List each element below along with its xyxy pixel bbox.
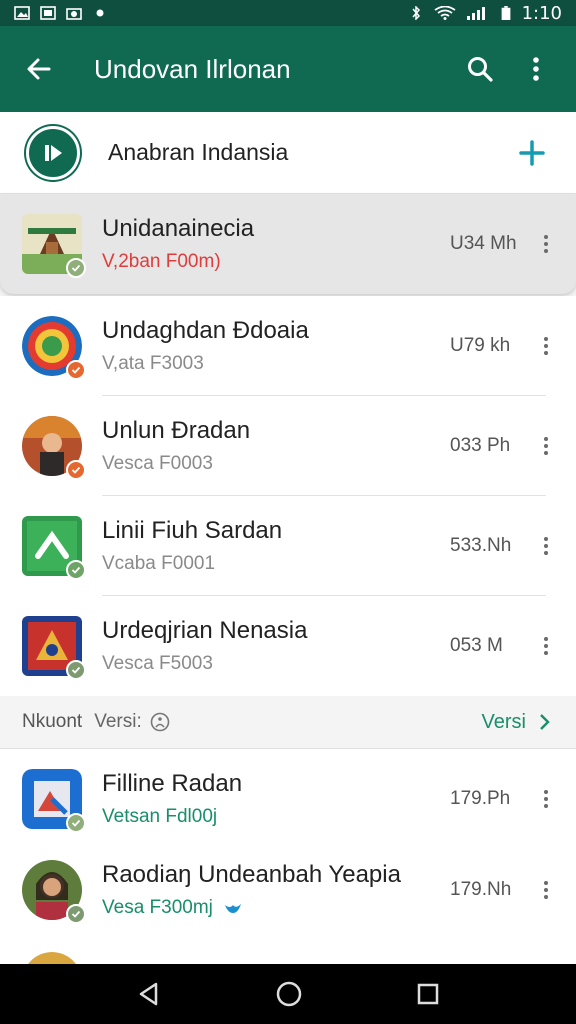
search-icon — [468, 57, 493, 82]
bluetooth-icon — [412, 6, 420, 20]
thumbnail-image — [22, 952, 82, 964]
item-more-button[interactable] — [528, 634, 564, 658]
plus-icon — [519, 139, 545, 166]
item-more-button[interactable] — [528, 787, 564, 811]
list-item[interactable]: Unlun Ðradan Vesca F0003 033 Ph — [0, 396, 576, 496]
item-title: Linii Fiuh Sardan — [102, 517, 283, 544]
item-subtitle: Vesca F0003 — [102, 453, 213, 474]
back-triangle-icon[interactable] — [136, 981, 162, 1007]
item-meta: 053 M — [450, 635, 503, 656]
list-item[interactable]: Filline Radan Vetsan Fdl00j 179.Ph — [0, 748, 576, 848]
item-more-button[interactable] — [528, 434, 564, 458]
item-subtitle: Vcaba F0001 — [102, 553, 216, 574]
item-more-button[interactable] — [528, 534, 564, 558]
list-item[interactable]: Undaghdan Ðdoaia V,ata F3003 U79 kh — [0, 296, 576, 396]
item-meta: U79 kh — [450, 335, 511, 356]
wifi-icon — [434, 6, 456, 20]
search-button[interactable] — [458, 47, 502, 91]
list-item[interactable]: Unidanainecia V,2ban F00m) U34 Mh — [0, 194, 576, 294]
status-left — [14, 6, 108, 20]
list-item[interactable]: Urdeqjrian Nenasia Vesca F5003 053 M — [0, 596, 576, 696]
more-vert-icon — [544, 434, 548, 458]
verified-badge-icon — [66, 560, 86, 580]
more-vert-icon — [544, 634, 548, 658]
info-icon[interactable] — [150, 712, 170, 732]
verified-badge-icon — [66, 904, 86, 924]
more-vert-icon — [544, 878, 548, 902]
add-button[interactable] — [514, 135, 550, 171]
item-meta: U34 Mh — [450, 233, 517, 254]
more-vert-icon — [544, 787, 548, 811]
verified-badge-icon — [66, 660, 86, 680]
list-item-partial[interactable] — [0, 936, 576, 964]
section-label: Nkuont — [22, 711, 83, 732]
verified-badge-icon — [66, 258, 86, 278]
bird-icon — [225, 903, 242, 913]
channel-name: Anabran Indansia — [108, 139, 289, 165]
item-title: Raodiaŋ Undeanbah Yeapia — [102, 861, 401, 888]
list-item[interactable]: Raodiaŋ Undeanbah Yeapia Vesa F300mj 179… — [0, 840, 576, 940]
chevron-right-icon[interactable] — [534, 712, 554, 732]
recent-square-icon[interactable] — [416, 982, 440, 1006]
home-circle-icon[interactable] — [275, 980, 303, 1008]
item-meta: 533.Nh — [450, 535, 512, 556]
channel-header[interactable]: Anabran Indansia — [0, 112, 576, 194]
app-bar: Undovan Ilrlonan — [0, 26, 576, 112]
item-title: Filline Radan — [102, 769, 243, 797]
list-item[interactable]: Linii Fiuh Sardan Vcaba F0001 533.Nh — [0, 496, 576, 596]
section-header: Nkuont Versi: Versi — [0, 696, 576, 748]
item-more-button[interactable] — [528, 334, 564, 358]
back-button[interactable] — [18, 48, 60, 90]
item-title: Unidanainecia — [102, 215, 255, 242]
signal-icon — [466, 7, 485, 20]
more-vert-icon — [544, 232, 548, 256]
status-right: 1:10 — [408, 3, 562, 24]
item-title: Urdeqjrian Nenasia — [102, 617, 308, 644]
image-icon — [14, 6, 30, 20]
section-version-label: Versi: — [94, 711, 142, 732]
section-link[interactable]: Versi — [482, 711, 526, 734]
clock: 1:10 — [521, 2, 562, 24]
item-subtitle-text: Vesa F300mj — [102, 897, 213, 918]
camera-icon — [66, 8, 82, 20]
more-vert-icon — [544, 334, 548, 358]
item-subtitle: Vesca F5003 — [102, 653, 213, 674]
more-vert-icon — [544, 534, 548, 558]
verified-badge-icon — [66, 812, 86, 833]
back-arrow-icon — [27, 58, 51, 80]
more-options-button[interactable] — [514, 47, 558, 91]
more-vert-icon — [533, 57, 539, 81]
status-bar: 1:10 — [0, 0, 576, 26]
item-subtitle: V,2ban F00m) — [102, 251, 221, 272]
item-title: Unlun Ðradan — [102, 417, 251, 444]
dot-icon — [96, 9, 104, 17]
item-more-button[interactable] — [528, 878, 564, 902]
logo-icon — [26, 125, 80, 180]
item-subtitle: Vesa F300mj — [102, 897, 450, 919]
battery-icon — [501, 6, 510, 20]
item-subtitle: V,ata F3003 — [102, 353, 204, 374]
page-title: Undovan Ilrlonan — [94, 53, 291, 84]
item-meta: 179.Nh — [450, 879, 512, 900]
photo-icon — [40, 6, 56, 20]
item-meta: 179.Ph — [450, 787, 511, 809]
item-subtitle: Vetsan Fdl00j — [102, 805, 218, 827]
item-meta: 033 Ph — [450, 435, 511, 456]
item-more-button[interactable] — [528, 232, 564, 256]
system-nav-bar — [0, 964, 576, 1024]
item-title: Undaghdan Ðdoaia — [102, 317, 309, 344]
verified-badge-icon — [66, 360, 86, 380]
verified-badge-icon — [66, 460, 86, 480]
